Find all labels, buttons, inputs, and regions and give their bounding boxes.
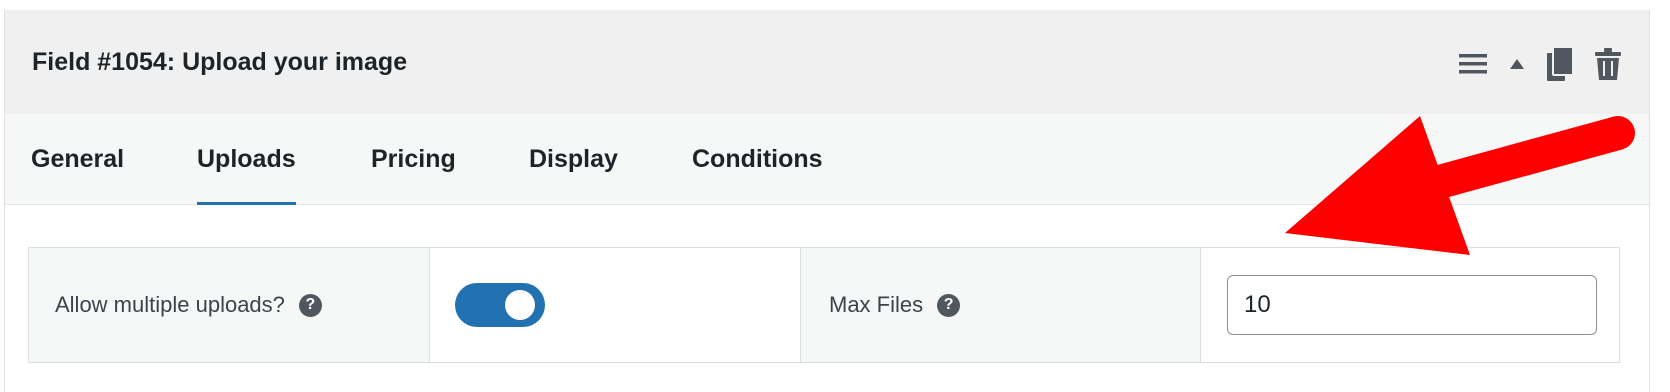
toggle-knob [505,290,535,320]
allow-multiple-label-text: Allow multiple uploads? [55,292,285,317]
max-files-label: Max Files ? [829,292,961,318]
tab-pricing[interactable]: Pricing [371,114,456,205]
max-files-label-text: Max Files [829,292,924,317]
tab-uploads[interactable]: Uploads [197,114,296,205]
field-actions [1459,47,1621,81]
max-files-control-cell [1201,248,1619,362]
tab-display[interactable]: Display [529,114,618,205]
allow-multiple-control-cell [430,248,801,362]
upload-options-table: Allow multiple uploads? ? Max Files ? [28,247,1620,363]
help-icon[interactable]: ? [298,293,322,317]
allow-multiple-label: Allow multiple uploads? ? [55,292,322,318]
trash-icon[interactable] [1595,48,1621,80]
allow-multiple-label-cell: Allow multiple uploads? ? [29,248,430,362]
max-files-label-cell: Max Files ? [801,248,1201,362]
allow-multiple-toggle[interactable] [455,283,545,327]
caret-up-icon[interactable] [1509,58,1525,70]
help-icon[interactable]: ? [937,293,961,317]
field-header: Field #1054: Upload your image [5,10,1649,114]
field-tabs: General Uploads Pricing Display Conditio… [5,114,1649,205]
field-title: Field #1054: Upload your image [32,48,408,76]
tab-general[interactable]: General [31,114,124,205]
hamburger-menu-icon[interactable] [1459,53,1487,75]
duplicate-icon[interactable] [1547,47,1573,81]
max-files-input[interactable] [1227,275,1597,335]
tab-conditions[interactable]: Conditions [692,114,823,205]
